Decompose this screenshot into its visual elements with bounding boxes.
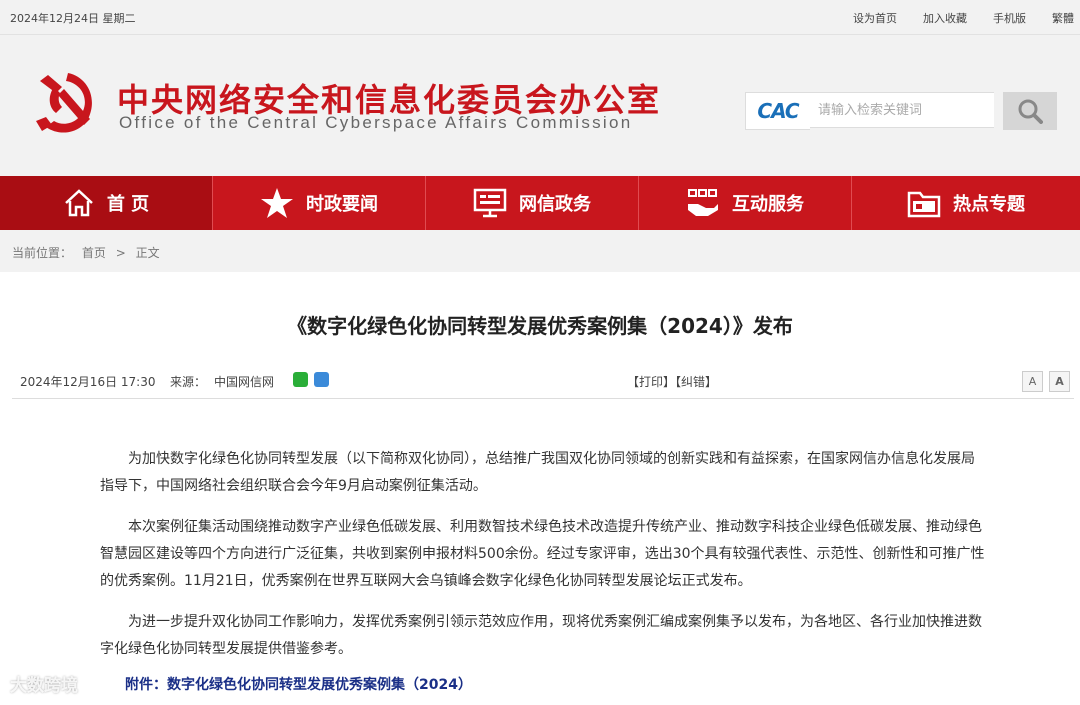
handshake-icon [688,189,718,216]
folder-icon [907,191,941,218]
site-title-en: Office of the Central Cyberspace Affairs… [119,113,633,132]
cac-logo: CAC [745,92,810,130]
qzone-share-icon[interactable] [314,372,329,387]
font-increase-button[interactable]: A [1049,371,1070,392]
nav-item-topics[interactable]: 热点专题 [852,176,1080,230]
nav-item-news[interactable]: 时政要闻 [213,176,426,230]
breadcrumb-home-link[interactable]: 首页 [82,246,106,260]
search-button[interactable] [1003,92,1057,130]
article-meta: 2024年12月16日 17:30 来源： 中国网信网 【打印】【纠错】 A A [12,362,1074,399]
star-icon [261,188,293,218]
watermark: 大数跨境 [10,676,78,696]
font-decrease-button[interactable]: A [1022,371,1043,392]
nav-item-service[interactable]: 互动服务 [639,176,852,230]
search-input[interactable] [810,92,994,128]
nav-item-affairs[interactable]: 网信政务 [426,176,639,230]
site-header: 中央网络安全和信息化委员会办公室 Office of the Central C… [0,35,1080,176]
top-bar: 2024年12月24日 星期二 设为首页 加入收藏 手机版 繁體 [0,0,1080,35]
article-title: 《数字化绿色化协同转型发展优秀案例集（2024）》发布 [287,314,793,338]
nav-item-label: 首 页 [106,194,150,215]
traditional-chinese-link[interactable]: 繁體 [1052,10,1074,26]
nav-item-label: 热点专题 [953,194,1025,215]
search-box: CAC [745,92,1058,130]
main-nav: 首 页 时政要闻 网信政务 互动服务 热点专题 [0,176,1080,230]
add-favorite-link[interactable]: 加入收藏 [923,10,967,26]
home-icon [65,189,93,217]
breadcrumb-separator: > [115,246,126,260]
mobile-version-link[interactable]: 手机版 [993,10,1026,26]
attachment-link[interactable]: 附件：数字化绿色化协同转型发展优秀案例集（2024） [125,674,472,694]
wechat-share-icon[interactable] [293,372,308,387]
breadcrumb-prefix: 当前位置： [12,246,73,260]
breadcrumb-current: 正文 [135,246,160,260]
nav-item-home[interactable]: 首 页 [0,176,213,230]
monitor-icon [473,188,507,218]
paragraph: 为加快数字化绿色化协同转型发展（以下简称双化协同），总结推广我国双化协同领域的创… [100,451,975,494]
article-body: 为加快数字化绿色化协同转型发展（以下简称双化协同），总结推广我国双化协同领域的创… [100,446,988,677]
breadcrumb: 当前位置： 首页 > 正文 [0,230,1080,272]
print-correct-links[interactable]: 【打印】【纠错】 [627,373,717,390]
party-emblem-icon [36,73,92,133]
set-homepage-link[interactable]: 设为首页 [853,10,897,26]
paragraph: 为进一步提升双化协同工作影响力，发挥优秀案例引领示范效应作用，现将优秀案例汇编成… [100,614,982,657]
current-date: 2024年12月24日 星期二 [10,12,136,25]
search-icon [1018,99,1043,124]
nav-item-label: 时政要闻 [306,194,378,215]
source-label: 来源： [170,375,207,389]
paragraph: 本次案例征集活动围绕推动数字产业绿色低碳发展、利用数智技术绿色技术改造提升传统产… [100,519,985,589]
publish-date: 2024年12月16日 17:30 [20,375,156,389]
nav-item-label: 网信政务 [519,194,591,215]
nav-item-label: 互动服务 [732,194,804,215]
top-links: 设为首页 加入收藏 手机版 繁體 [827,10,1080,26]
source-name: 中国网信网 [214,375,275,389]
